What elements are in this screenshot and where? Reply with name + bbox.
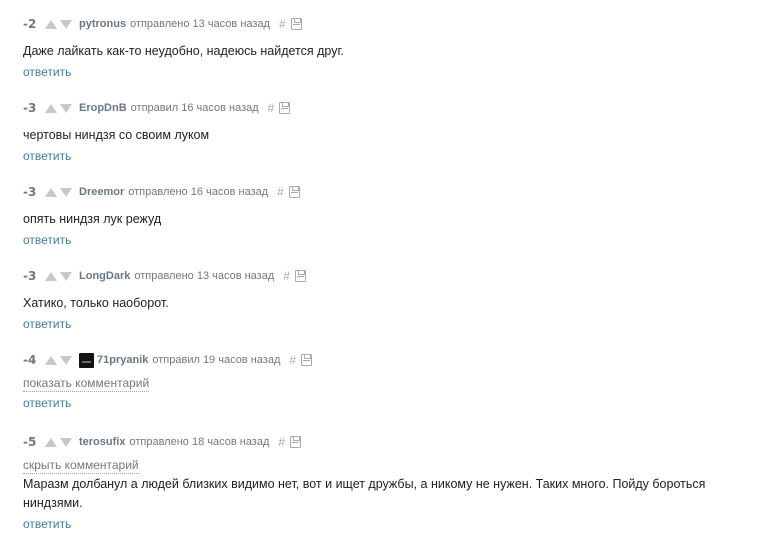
comment-score: -3 [23,269,37,283]
comment: -2 pytronus отправлено 13 часов назад # … [23,17,762,81]
comment-score: -3 [23,101,37,115]
comment-posted-time: отправил 19 часов назад [152,354,281,366]
permalink-hash-icon[interactable]: # [289,353,296,367]
upvote-icon[interactable] [45,19,57,29]
save-icon[interactable] [301,354,313,366]
comment-posted-time: отправлено 18 часов назад [129,436,270,448]
comment-posted-time: отправлено 13 часов назад [134,270,275,282]
upvote-icon[interactable] [45,437,57,447]
comment: -3 Dreemor отправлено 16 часов назад # о… [23,185,762,249]
comment-meta: -5 terosufix отправлено 18 часов назад # [23,435,762,449]
comment-meta: -3 LongDark отправлено 13 часов назад # [23,269,762,283]
permalink-hash-icon[interactable]: # [279,17,286,31]
upvote-icon[interactable] [45,103,57,113]
permalink-hash-icon[interactable]: # [277,185,284,199]
avatar[interactable] [79,352,94,368]
save-icon[interactable] [290,436,302,448]
comment-meta: -3 EropDnB отправил 16 часов назад # [23,101,762,115]
comment-meta: -2 pytronus отправлено 13 часов назад # [23,17,762,31]
comment-text: Даже лайкать как-то неудобно, надеюсь на… [23,44,344,58]
downvote-icon[interactable] [60,19,72,29]
comment-meta: -3 Dreemor отправлено 16 часов назад # [23,185,762,199]
comment: -3 LongDark отправлено 13 часов назад # … [23,269,762,333]
comment-score: -3 [23,185,37,199]
comment-posted-time: отправил 16 часов назад [130,102,259,114]
upvote-icon[interactable] [45,355,57,365]
comment-text: Маразм долбанул а людей близких видимо н… [23,477,706,510]
hide-comment-toggle[interactable]: скрыть комментарий [23,458,139,474]
reply-link[interactable]: ответить [23,396,71,410]
reply-link[interactable]: ответить [23,517,71,531]
comment-posted-time: отправлено 13 часов назад [130,18,270,30]
downvote-icon[interactable] [60,271,72,281]
comment-author[interactable]: 71pryanik [97,354,148,366]
comment: -5 terosufix отправлено 18 часов назад #… [23,435,762,533]
permalink-hash-icon[interactable]: # [278,435,285,449]
downvote-icon[interactable] [60,437,72,447]
save-icon[interactable] [279,102,291,114]
upvote-icon[interactable] [45,271,57,281]
permalink-hash-icon[interactable]: # [268,101,275,115]
reply-link[interactable]: ответить [23,149,71,163]
comment-author[interactable]: LongDark [79,270,130,282]
comment-score: -2 [23,17,37,31]
comment-score: -4 [23,353,37,367]
show-comment-toggle[interactable]: показать комментарий [23,376,150,392]
downvote-icon[interactable] [60,103,72,113]
comment-author[interactable]: EropDnB [79,102,127,114]
save-icon[interactable] [290,18,302,30]
comment-text: чертовы ниндзя со своим луком [23,128,210,142]
comment: -3 EropDnB отправил 16 часов назад # чер… [23,101,762,165]
comment-author[interactable]: terosufix [79,436,125,448]
reply-link[interactable]: ответить [23,317,71,331]
comment-author[interactable]: Dreemor [79,186,124,198]
save-icon[interactable] [294,270,306,282]
upvote-icon[interactable] [45,187,57,197]
comment-meta: -4 71pryanik отправил 19 часов назад # [23,352,762,368]
reply-link[interactable]: ответить [23,233,71,247]
reply-link[interactable]: ответить [23,65,71,79]
downvote-icon[interactable] [60,355,72,365]
downvote-icon[interactable] [60,187,72,197]
comment-text: Хатико, только наоборот. [23,296,169,310]
comment-text: опять ниндзя лук режуд [23,212,162,226]
comment-score: -5 [23,435,37,449]
permalink-hash-icon[interactable]: # [283,269,290,283]
comment-posted-time: отправлено 16 часов назад [128,186,269,198]
comment: -4 71pryanik отправил 19 часов назад # п… [23,352,762,412]
comment-author[interactable]: pytronus [79,18,126,30]
save-icon[interactable] [288,186,300,198]
